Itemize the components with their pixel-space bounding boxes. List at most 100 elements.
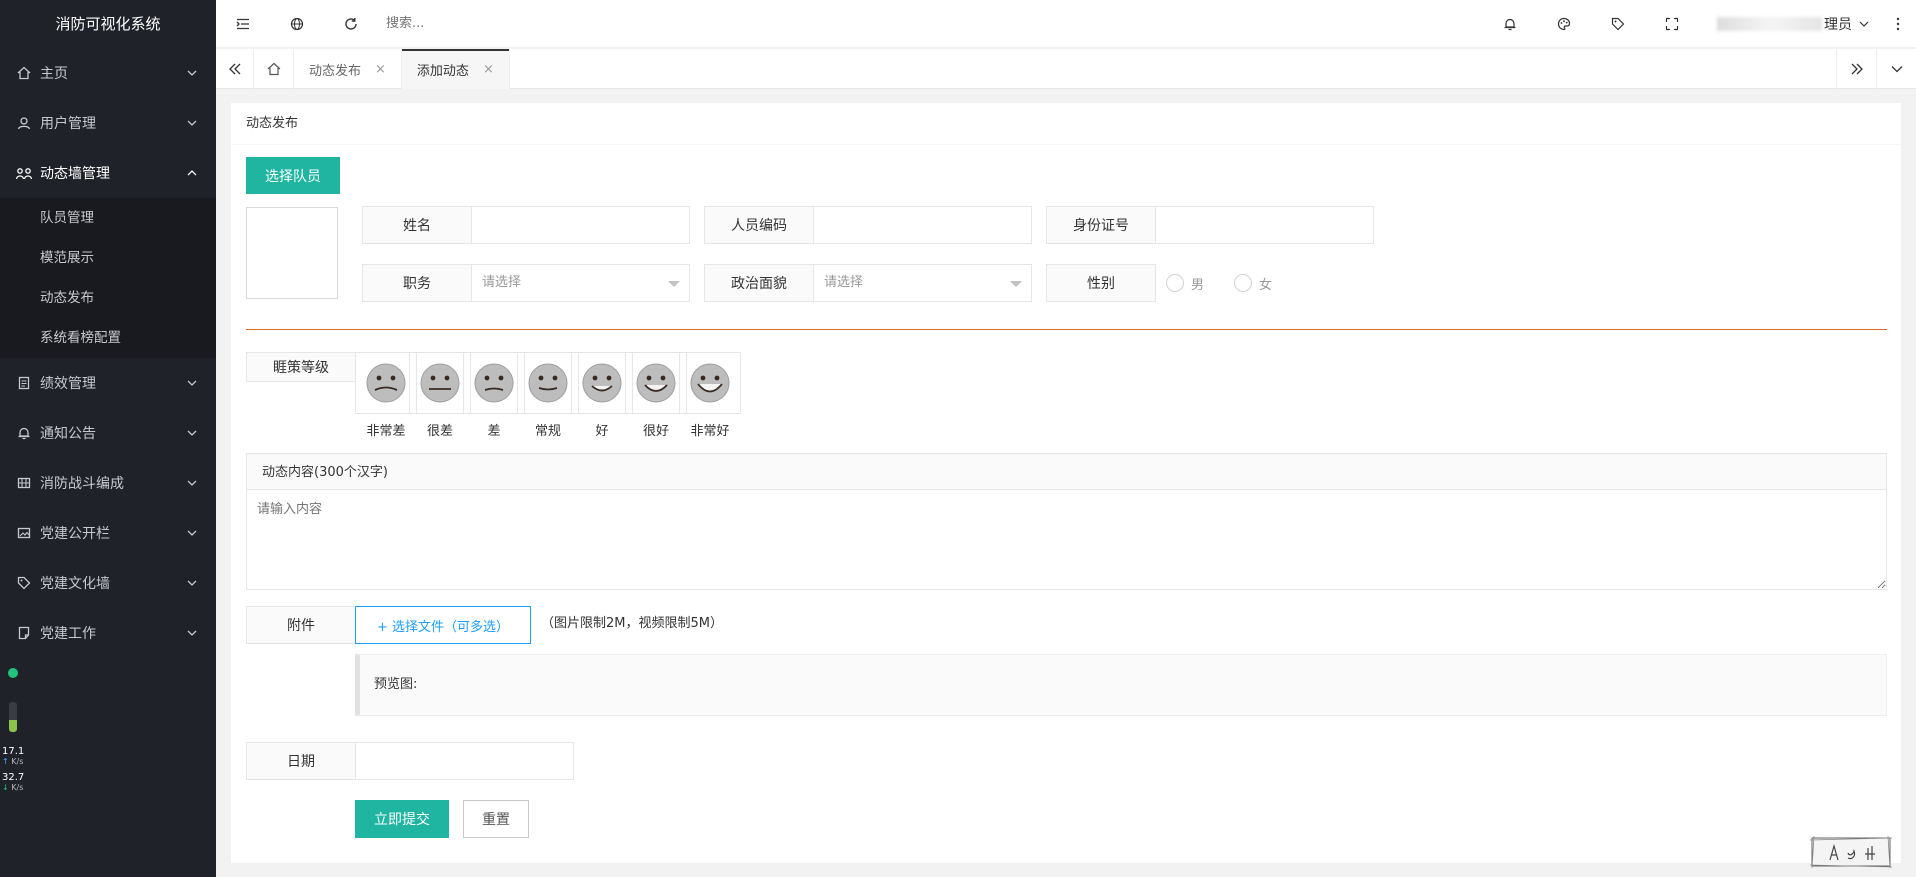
- gender-male-radio[interactable]: 男: [1166, 264, 1204, 302]
- notification-button[interactable]: [1483, 0, 1537, 48]
- fullscreen-button[interactable]: [1645, 0, 1699, 48]
- rating-option[interactable]: [571, 352, 633, 414]
- menu-item-party-board[interactable]: 党建公开栏: [0, 508, 216, 558]
- tabs-bar: 动态发布 × 添加动态 ×: [216, 49, 1916, 89]
- tabs-menu-button[interactable]: [1876, 49, 1916, 89]
- note-icon: [16, 625, 32, 641]
- name-input[interactable]: [472, 206, 690, 244]
- menu-label: 党建文化墙: [40, 576, 110, 592]
- menu-item-home[interactable]: 主页: [0, 48, 216, 98]
- sidebar-item-model-display[interactable]: 模范展示: [0, 238, 216, 278]
- date-label: 日期: [246, 742, 356, 780]
- tab-dynamic-publish[interactable]: 动态发布 ×: [294, 49, 402, 89]
- close-icon[interactable]: ×: [375, 62, 386, 77]
- emoji-face-icon: [366, 363, 406, 403]
- tab-label: 添加动态: [416, 63, 469, 79]
- rating-option-label: 非常差: [366, 424, 406, 439]
- name-label: 姓名: [362, 206, 472, 244]
- fullscreen-icon: [1665, 17, 1679, 31]
- indent-icon: [236, 18, 249, 29]
- sidebar-item-dynamic-publish[interactable]: 动态发布: [0, 278, 216, 318]
- website-button[interactable]: [270, 0, 324, 48]
- politics-select[interactable]: 请选择: [814, 264, 1032, 302]
- tabs-scroll-left-button[interactable]: [216, 49, 254, 89]
- emoji-face-icon: [582, 363, 622, 403]
- select-files-button[interactable]: + 选择文件（可多选）: [355, 606, 531, 644]
- chevron-down-icon: [187, 630, 197, 636]
- rating-option[interactable]: [463, 352, 525, 414]
- user-role: 理员: [1824, 17, 1852, 33]
- chevron-down-icon: [187, 480, 197, 486]
- menu-item-party-culture[interactable]: 党建文化墙: [0, 558, 216, 608]
- date-field: 日期: [246, 742, 574, 780]
- upload-unit-text: K/s: [11, 757, 24, 766]
- down-arrow-icon: ↓: [2, 783, 9, 792]
- note-button[interactable]: [1591, 0, 1645, 48]
- sidebar-item-member-management[interactable]: 队员管理: [0, 198, 216, 238]
- refresh-button[interactable]: [324, 0, 378, 48]
- topbar: 理员: [216, 0, 1916, 48]
- reset-button[interactable]: 重置: [463, 800, 529, 838]
- clipboard-icon: [16, 375, 32, 391]
- form-card: 动态发布 选择队员 姓名 人员编码 身份证号 职务 请选择 政治面貌 请选择 性…: [231, 103, 1901, 863]
- menu-item-performance[interactable]: 绩效管理: [0, 358, 216, 408]
- emoji-face-icon: [690, 363, 730, 403]
- gender-female-radio[interactable]: 女: [1234, 264, 1272, 302]
- menu-item-notice[interactable]: 通知公告: [0, 408, 216, 458]
- submenu-dynamic-wall: 队员管理 模范展示 动态发布 系统看榜配置: [0, 198, 216, 358]
- double-chevron-right-icon: [1851, 63, 1863, 75]
- menu-label: 主页: [40, 66, 68, 82]
- menu-item-users[interactable]: 用户管理: [0, 98, 216, 148]
- menu-item-party-work[interactable]: 党建工作: [0, 608, 216, 658]
- up-arrow-icon: ↑: [2, 757, 9, 766]
- theme-button[interactable]: [1537, 0, 1591, 48]
- download-unit: ↓ K/s: [2, 783, 23, 792]
- rating-option[interactable]: [517, 352, 579, 414]
- menu-item-dynamic-wall[interactable]: 动态墙管理: [0, 148, 216, 198]
- rating-option[interactable]: [355, 352, 417, 414]
- download-speed: 32.7: [2, 772, 25, 783]
- tab-add-dynamic[interactable]: 添加动态 ×: [401, 49, 510, 89]
- search-input[interactable]: [386, 8, 586, 39]
- grid-icon: [16, 475, 32, 491]
- duty-label: 职务: [362, 264, 472, 302]
- code-label: 人员编码: [704, 206, 814, 244]
- tag-icon: [1611, 17, 1625, 31]
- tabs-right-controls: [1836, 49, 1916, 89]
- politics-field: 政治面貌 请选择: [704, 264, 1032, 302]
- more-button[interactable]: [1880, 0, 1916, 48]
- chevron-down-icon: [1891, 66, 1902, 73]
- tab-home[interactable]: [254, 49, 294, 89]
- content-textarea[interactable]: [246, 490, 1887, 590]
- rating-option-label: 常规: [534, 424, 561, 439]
- rating-option[interactable]: [679, 352, 741, 414]
- select-member-button[interactable]: 选择队员: [246, 157, 340, 194]
- menu-item-combat-formation[interactable]: 消防战斗编成: [0, 458, 216, 508]
- name-field: 姓名: [362, 206, 690, 244]
- redacted-username: [1717, 17, 1822, 31]
- chevron-down-icon: [187, 530, 197, 536]
- close-icon[interactable]: ×: [483, 62, 494, 77]
- tabs-scroll-right-button[interactable]: [1836, 49, 1876, 89]
- rating-option[interactable]: [409, 352, 471, 414]
- attachment-label: 附件: [246, 606, 356, 644]
- upload-limit-note: （图片限制2M，视频限制5M）: [541, 616, 723, 631]
- chevron-up-icon: [187, 170, 197, 176]
- chevron-down-icon: [187, 380, 197, 386]
- date-input[interactable]: [356, 742, 574, 780]
- rating-label: 睚策等级: [246, 352, 356, 382]
- radio-label: 男: [1191, 277, 1205, 293]
- refresh-icon: [345, 17, 357, 30]
- user-menu[interactable]: 理员: [1699, 14, 1880, 34]
- menu-label: 通知公告: [40, 426, 96, 442]
- id-number-input[interactable]: [1156, 206, 1374, 244]
- id-number-label: 身份证号: [1046, 206, 1156, 244]
- menu-label: 用户管理: [40, 116, 96, 132]
- duty-select[interactable]: 请选择: [472, 264, 690, 302]
- rating-option[interactable]: [625, 352, 687, 414]
- attachment-field: 附件: [246, 606, 356, 644]
- menu-toggle-button[interactable]: [216, 0, 270, 48]
- sidebar-item-ranking-config[interactable]: 系统看榜配置: [0, 318, 216, 358]
- code-input[interactable]: [814, 206, 1032, 244]
- submit-button[interactable]: 立即提交: [355, 800, 449, 838]
